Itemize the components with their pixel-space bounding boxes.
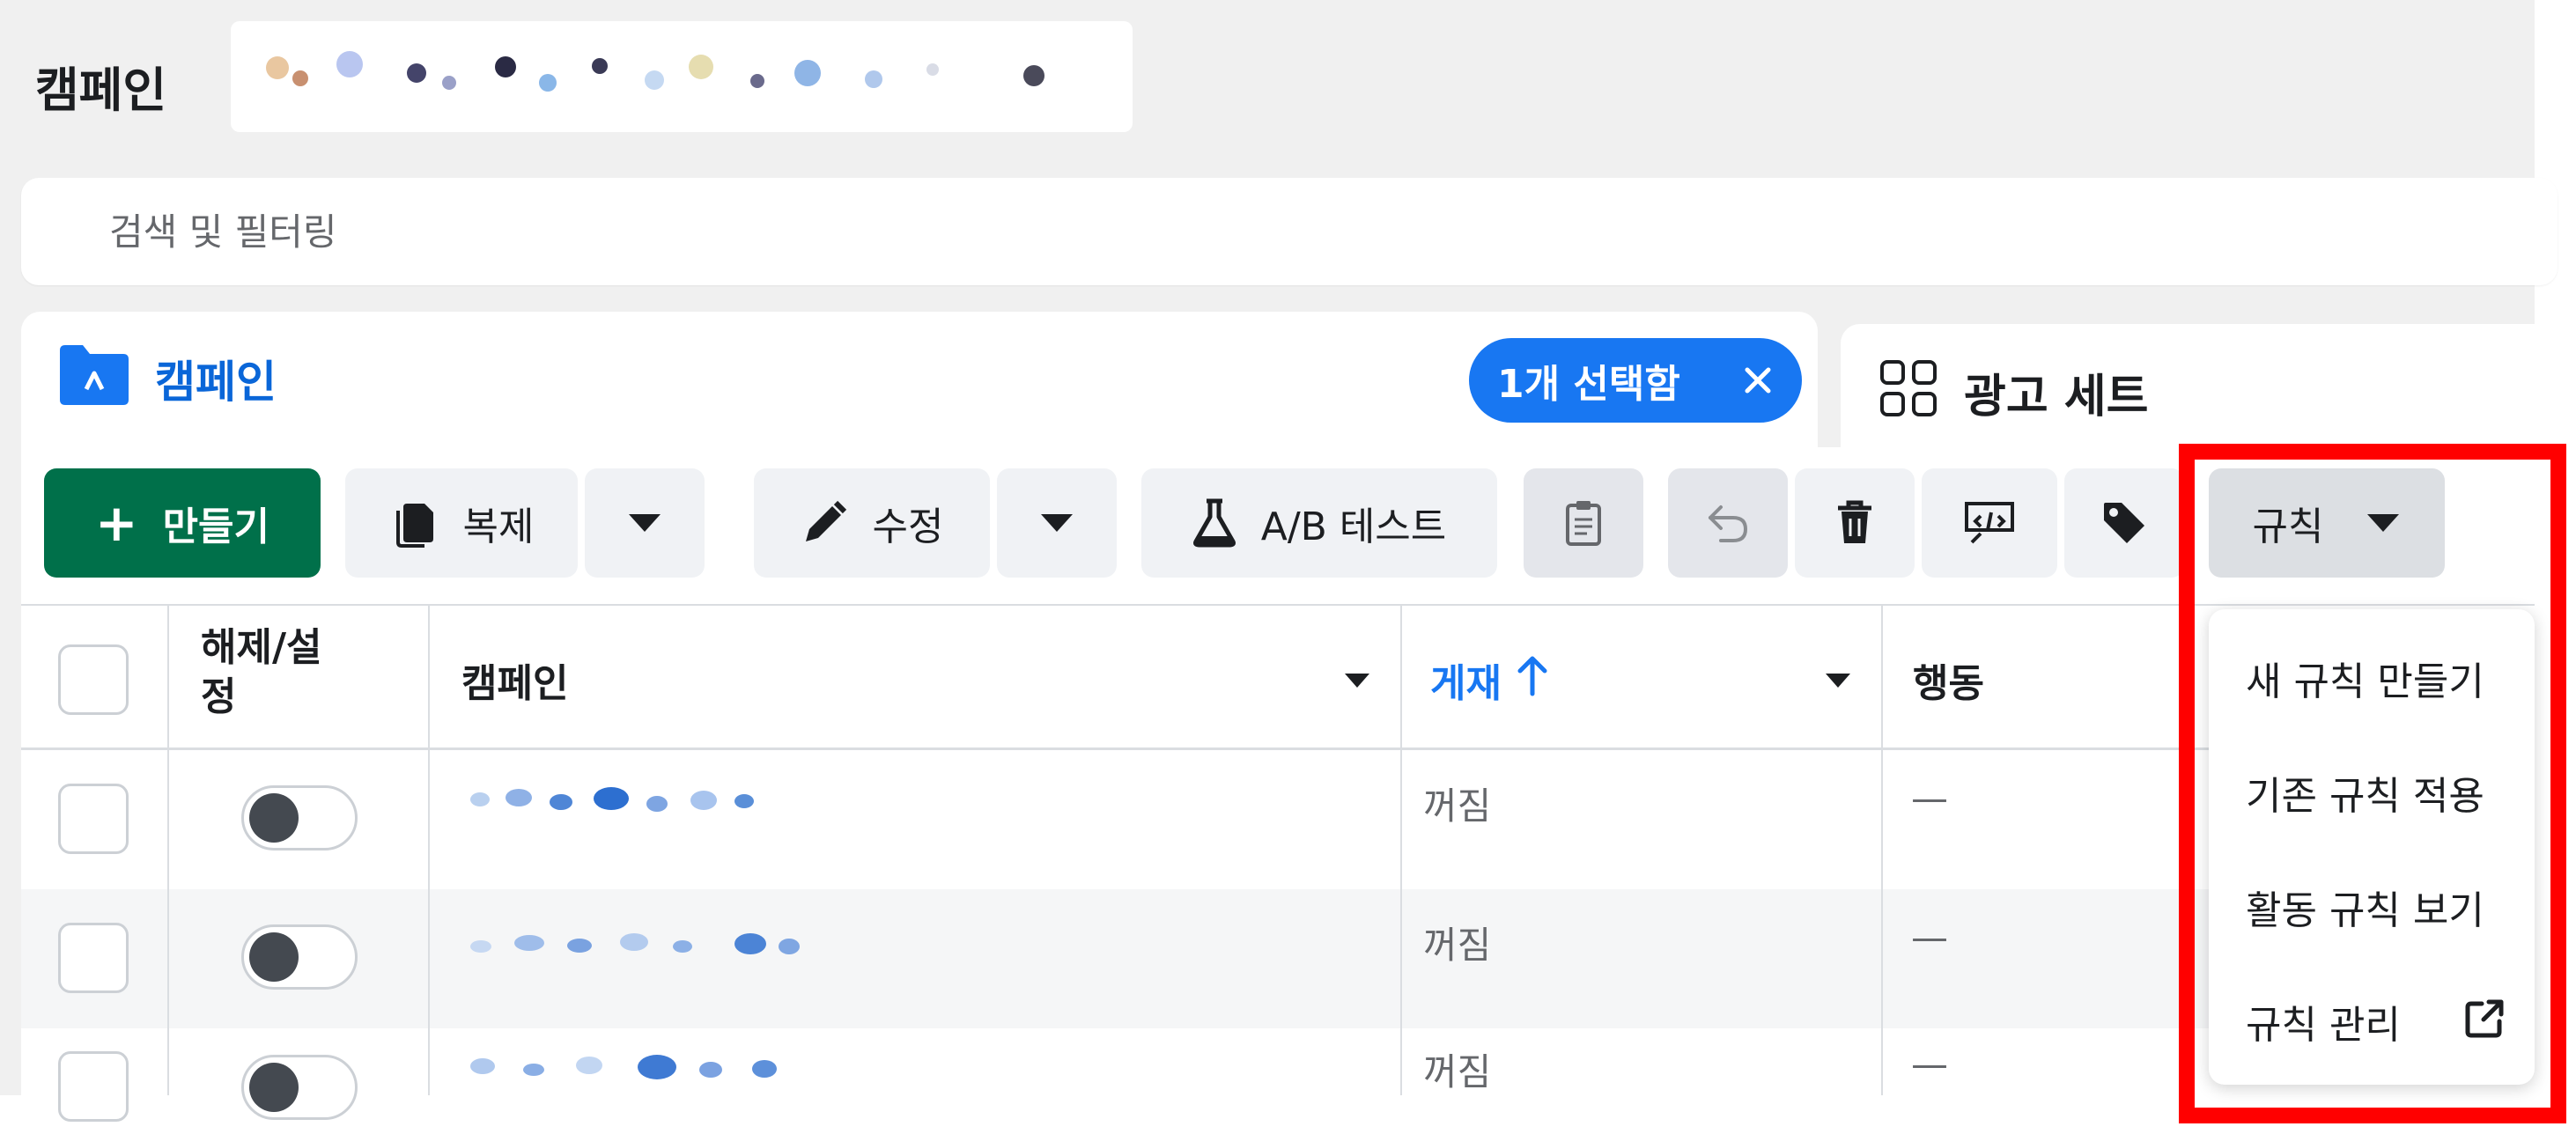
column-header-campaign[interactable]: 캠페인	[461, 652, 568, 708]
row-toggle[interactable]	[241, 785, 358, 850]
plus-icon: +	[94, 493, 138, 553]
row-checkbox[interactable]	[58, 784, 129, 854]
duplicate-options-button[interactable]	[585, 468, 705, 578]
undo-icon	[1709, 505, 1748, 542]
selection-count-text: 1개 선택함	[1497, 362, 1680, 407]
external-link-icon	[2465, 999, 2504, 1038]
row-checkbox[interactable]	[58, 923, 129, 993]
toggle-knob	[249, 793, 299, 843]
rules-dropdown-menu: 새 규칙 만들기 기존 규칙 적용 활동 규칙 보기 규칙 관리	[2209, 609, 2535, 1085]
ab-test-button-label: A/B 테스트	[1260, 504, 1447, 549]
toggle-knob	[249, 932, 299, 982]
chevron-down-icon	[2367, 514, 2400, 532]
grid-icon	[1880, 360, 1937, 416]
tab-campaign[interactable]: 캠페인 1개 선택함	[21, 312, 1818, 447]
chevron-down-icon[interactable]	[1825, 673, 1851, 688]
chevron-down-icon	[629, 514, 661, 532]
column-divider[interactable]	[1400, 604, 1402, 1095]
trash-icon	[1838, 500, 1871, 543]
chevron-down-icon[interactable]	[1344, 673, 1370, 688]
action-value: —	[1911, 777, 1948, 820]
table-row[interactable]: 꺼짐 —	[21, 1028, 2535, 1134]
action-value: —	[1911, 1042, 1948, 1086]
account-selector-redacted[interactable]	[231, 21, 1133, 132]
paste-button[interactable]	[1524, 468, 1643, 578]
create-button-label: 만들기	[162, 504, 270, 549]
flask-icon	[1192, 498, 1236, 548]
select-all-checkbox[interactable]	[58, 644, 129, 715]
tab-adset[interactable]: 광고 세트	[1841, 324, 2535, 447]
column-divider	[167, 604, 169, 1095]
row-toggle[interactable]	[241, 924, 358, 990]
edit-button-label: 수정	[872, 504, 944, 549]
preview-button[interactable]	[1922, 468, 2057, 578]
search-bar	[21, 178, 2558, 285]
column-divider	[428, 604, 430, 1095]
campaign-table: 해제/설정 캠페인 게재 행동 꺼짐 — 꺼짐 — 꺼짐 —	[21, 604, 2535, 1122]
table-header: 해제/설정 캠페인 게재 행동	[21, 604, 2535, 750]
tag-button[interactable]	[2064, 468, 2184, 578]
page-edge	[2535, 0, 2576, 1134]
clipboard-icon	[1566, 501, 1601, 546]
row-checkbox[interactable]	[58, 1051, 129, 1122]
column-header-delivery[interactable]: 게재	[1430, 652, 1502, 708]
pencil-icon	[805, 500, 846, 541]
delivery-status: 꺼짐	[1423, 924, 1492, 967]
duplicate-icon	[395, 504, 433, 548]
campaign-name-redacted[interactable]	[453, 1037, 805, 1099]
page-title: 캠페인	[35, 63, 167, 118]
column-header-action[interactable]: 행동	[1913, 652, 1984, 708]
menu-item-manage-rules[interactable]: 규칙 관리	[2246, 993, 2401, 1049]
table-row[interactable]: 꺼짐 —	[21, 889, 2535, 1028]
duplicate-button[interactable]: 복제	[345, 468, 578, 578]
ab-test-button[interactable]: A/B 테스트	[1141, 468, 1497, 578]
tab-adset-label: 광고 세트	[1964, 371, 2149, 423]
tab-campaign-label: 캠페인	[155, 357, 277, 408]
rules-button-label: 규칙	[2252, 504, 2324, 549]
tag-icon	[2104, 503, 2144, 543]
sort-up-arrow-icon	[1517, 656, 1547, 696]
column-header-toggle[interactable]: 해제/설정	[201, 623, 351, 722]
selection-badge[interactable]: 1개 선택함	[1469, 338, 1802, 423]
menu-item-view-rule-activity[interactable]: 활동 규칙 보기	[2246, 879, 2484, 935]
column-divider[interactable]	[1881, 604, 1883, 1095]
row-toggle[interactable]	[241, 1055, 358, 1120]
toggle-knob	[249, 1063, 299, 1112]
edit-options-button[interactable]	[997, 468, 1117, 578]
duplicate-button-label: 복제	[462, 504, 535, 549]
menu-item-apply-existing-rule[interactable]: 기존 규칙 적용	[2246, 764, 2484, 821]
action-value: —	[1911, 916, 1948, 959]
delete-button[interactable]	[1795, 468, 1915, 578]
undo-button[interactable]	[1668, 468, 1788, 578]
rules-button[interactable]: 규칙	[2209, 468, 2445, 578]
preview-icon	[1965, 502, 2014, 544]
delivery-status: 꺼짐	[1423, 784, 1492, 828]
folder-icon	[60, 345, 129, 405]
table-row[interactable]: 꺼짐 —	[21, 750, 2535, 889]
chevron-down-icon	[1041, 514, 1073, 532]
search-input[interactable]	[109, 202, 1342, 261]
create-button[interactable]: + 만들기	[44, 468, 321, 578]
close-icon[interactable]	[1738, 361, 1777, 400]
edit-button[interactable]: 수정	[754, 468, 990, 578]
menu-item-create-rule[interactable]: 새 규칙 만들기	[2246, 650, 2484, 706]
campaign-name-redacted[interactable]	[453, 914, 823, 976]
delivery-status: 꺼짐	[1423, 1050, 1492, 1094]
campaign-name-redacted[interactable]	[453, 770, 787, 831]
